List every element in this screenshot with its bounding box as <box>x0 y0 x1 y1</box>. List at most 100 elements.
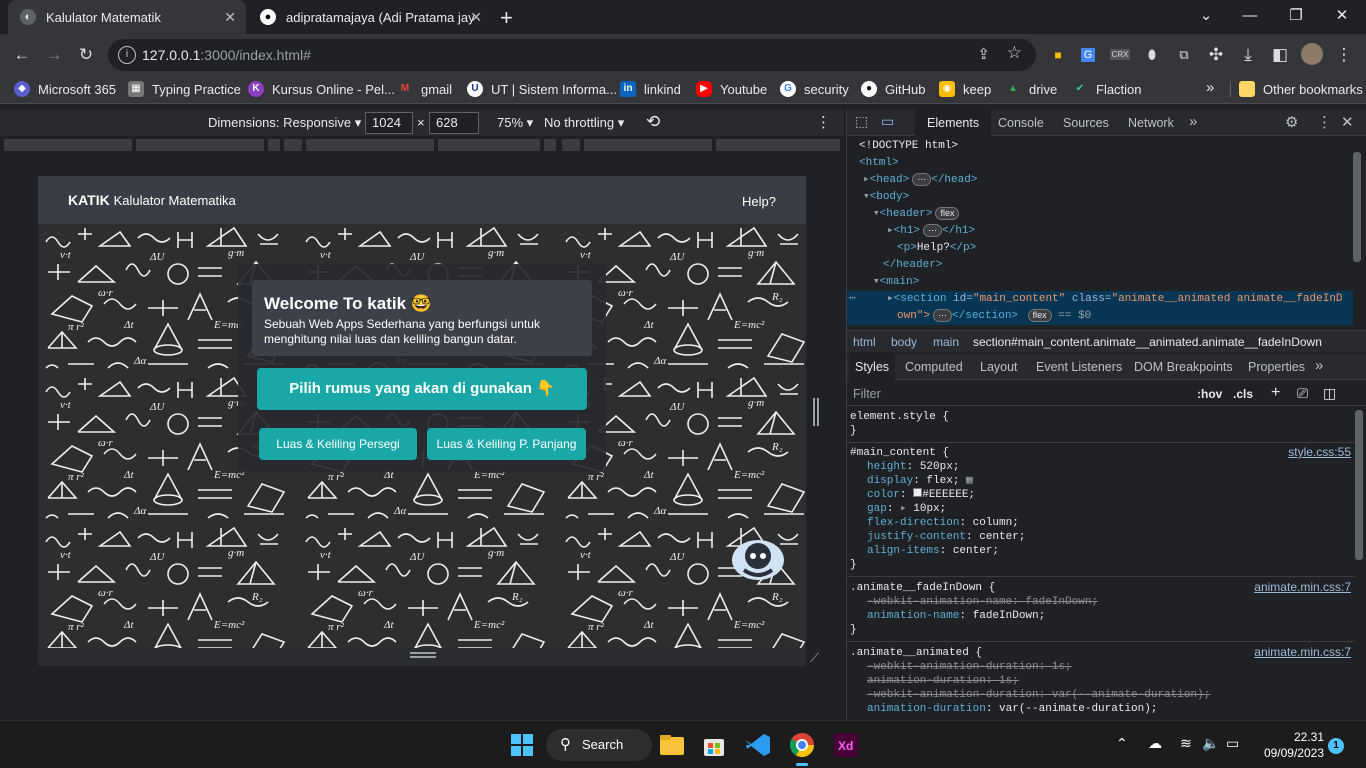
close-window-button[interactable]: ✕ <box>1322 4 1362 28</box>
new-tab-button[interactable]: + <box>500 5 513 31</box>
dimensions-dropdown[interactable]: Dimensions: Responsive ▾ <box>208 115 361 131</box>
tab-styles[interactable]: Styles <box>849 354 896 380</box>
viewport-side-handle[interactable] <box>812 398 820 426</box>
devtools-kebab-icon[interactable]: ⋮ <box>1317 113 1332 131</box>
volume-icon[interactable]: 🔈 <box>1202 735 1219 752</box>
prop-animation-duration-1s[interactable]: animation-duration: 1s; <box>867 674 1019 688</box>
extensions-puzzle-icon[interactable]: ✣ <box>1204 43 1228 67</box>
tab-properties[interactable]: Properties <box>1248 360 1305 374</box>
more-subtabs-icon[interactable]: » <box>1315 357 1323 374</box>
share-icon[interactable]: ⇪ <box>977 45 990 63</box>
forward-arrow-icon[interactable]: → <box>42 43 66 67</box>
taskbar-search[interactable]: ⚲ Search <box>546 729 652 761</box>
tab-sources[interactable]: Sources <box>1063 116 1109 130</box>
choose-formula-button[interactable]: Pilih rumus yang akan di gunakan 👇 <box>257 368 587 410</box>
chrome-icon[interactable] <box>788 731 816 766</box>
close-devtools-icon[interactable]: ✕ <box>1341 113 1354 131</box>
viewport-height-input[interactable]: 628 <box>429 112 479 134</box>
dom-more-icon[interactable]: ⋯ <box>849 291 856 308</box>
tab-event-listeners[interactable]: Event Listeners <box>1036 360 1122 374</box>
rule-main-source-link[interactable]: style.css:55 <box>1288 445 1351 459</box>
prop-justify-content[interactable]: justify-content: center; <box>867 530 1025 544</box>
translate-alt-icon[interactable]: ⧉ <box>1172 43 1196 67</box>
flex-editor-icon[interactable]: ▦ <box>966 475 973 487</box>
dom-scrollbar[interactable] <box>1353 152 1361 262</box>
tab-kalulator-matematik[interactable]: ◐ Kalulator Matematik ✕ <box>8 0 246 34</box>
styles-scrollbar[interactable] <box>1355 410 1363 560</box>
color-swatch[interactable] <box>913 488 923 497</box>
bookmark-keep[interactable]: ◉ keep <box>939 81 991 97</box>
dom-doctype[interactable]: <!DOCTYPE html> <box>859 138 958 155</box>
prop-display[interactable]: display: flex; ▦ <box>867 474 973 488</box>
tab-network[interactable]: Network <box>1128 116 1174 130</box>
extension-bulb-icon[interactable]: ⬮ <box>1140 43 1164 67</box>
crumb-html[interactable]: html <box>853 335 876 349</box>
media-query-bar[interactable] <box>0 136 844 154</box>
inspect-element-icon[interactable]: ⬚ <box>855 113 868 130</box>
minimize-button[interactable]: — <box>1230 4 1270 28</box>
windows-start-icon[interactable] <box>508 731 536 759</box>
other-bookmarks[interactable]: Other bookmarks <box>1230 81 1363 97</box>
rule-fade-selector[interactable]: .animate__fadeInDown { <box>850 581 995 595</box>
rotate-icon[interactable]: ⟲ <box>646 112 660 132</box>
prop-webkit-animation-name[interactable]: -webkit-animation-name: fadeInDown; <box>867 595 1098 609</box>
tab-console[interactable]: Console <box>998 116 1044 130</box>
reload-icon[interactable]: ↻ <box>74 43 98 67</box>
bookmark-typing-practice[interactable]: ▦ Typing Practice <box>128 81 241 97</box>
microsoft-store-icon[interactable] <box>700 731 728 759</box>
close-tab-icon[interactable]: ✕ <box>224 9 236 26</box>
tray-chevron-up-icon[interactable]: ⌃ <box>1116 735 1128 752</box>
paint-icon[interactable]: ⎚ <box>1297 385 1308 402</box>
notification-badge[interactable]: 1 <box>1328 738 1344 754</box>
prop-gap[interactable]: gap: ▸ 10px; <box>867 502 946 516</box>
more-bookmarks-chevron[interactable]: » <box>1206 79 1214 96</box>
dom-p[interactable]: <p>Help?</p> <box>897 240 976 257</box>
dom-head[interactable]: ▸<head> ⋯ </head> <box>863 172 977 189</box>
tab-elements[interactable]: Elements <box>915 110 992 136</box>
rule-element-style[interactable]: element.style { <box>850 410 949 424</box>
prop-align-items[interactable]: align-items: center; <box>867 544 999 558</box>
dom-header[interactable]: ▾<header> flex <box>873 206 960 223</box>
resize-corner-icon[interactable]: ⟋ <box>810 650 819 666</box>
octocat-mascot-icon[interactable] <box>730 532 786 584</box>
viewport-resize-bar[interactable]: ⟋ <box>38 648 819 666</box>
prop-color[interactable]: color: #EEEEEE; <box>867 488 975 502</box>
prop-flex-direction[interactable]: flex-direction: column; <box>867 516 1019 530</box>
device-toggle-icon[interactable]: ▭ <box>881 113 894 130</box>
sidebar-toggle-icon[interactable]: ◫ <box>1323 385 1336 402</box>
download-icon[interactable]: ⤓ <box>1236 43 1260 67</box>
square-area-perimeter-button[interactable]: Luas & Keliling Persegi <box>259 428 417 460</box>
bookmark-linkind[interactable]: in linkind <box>620 81 681 97</box>
crx-icon[interactable]: CRX <box>1108 43 1132 67</box>
zoom-dropdown[interactable]: 75% ▾ <box>497 115 533 131</box>
new-rule-plus-icon[interactable]: + <box>1271 384 1280 402</box>
tab-search-chevron-icon[interactable]: ⌄ <box>1186 4 1226 28</box>
tab-computed[interactable]: Computed <box>905 360 963 374</box>
viewport-width-input[interactable]: 1024 <box>365 112 413 134</box>
bookmark-microsoft-365[interactable]: ◆ Microsoft 365 <box>14 81 116 97</box>
translate-icon[interactable]: G <box>1076 43 1100 67</box>
throttling-dropdown[interactable]: No throttling ▾ <box>544 115 624 131</box>
hov-toggle[interactable]: :hov <box>1197 387 1222 401</box>
tray-cloud-off-icon[interactable]: ☁ <box>1148 735 1162 752</box>
crumb-body[interactable]: body <box>891 335 917 349</box>
rule-fade-source-link[interactable]: animate.min.css:7 <box>1254 580 1351 594</box>
rule-animated-selector[interactable]: .animate__animated { <box>850 646 982 660</box>
bookmark-youtube[interactable]: ▶ Youtube <box>696 81 767 97</box>
taskbar-clock[interactable]: 22.31 09/09/2023 <box>1264 729 1324 761</box>
rectangle-area-perimeter-button[interactable]: Luas & Keliling P. Panjang <box>427 428 586 460</box>
settings-gear-icon[interactable]: ⚙ <box>1285 113 1298 131</box>
prop-animation-duration-var[interactable]: animation-duration: var(--animate-durati… <box>867 702 1157 716</box>
dom-main[interactable]: ▾<main> <box>873 274 919 291</box>
address-bar[interactable]: i 127.0.0.1:3000/index.html# ⇪ ☆ <box>108 39 1036 71</box>
prop-webkit-animation-duration[interactable]: -webkit-animation-duration: 1s; <box>867 660 1072 674</box>
prop-webkit-animation-duration-var[interactable]: -webkit-animation-duration: var(--animat… <box>867 688 1210 702</box>
dom-body[interactable]: ▾<body> <box>863 189 909 206</box>
maximize-button[interactable]: ❐ <box>1276 4 1316 28</box>
help-link[interactable]: Help? <box>742 194 776 209</box>
dom-section-selected[interactable]: ⋯ ▸<section id="main_content" class="ani… <box>847 291 1353 325</box>
dom-html[interactable]: <html> <box>859 155 899 172</box>
kebab-menu-icon[interactable]: ⋮ <box>1332 43 1356 67</box>
extension-icon[interactable]: ■ <box>1046 43 1070 67</box>
vscode-icon[interactable] <box>744 731 772 759</box>
